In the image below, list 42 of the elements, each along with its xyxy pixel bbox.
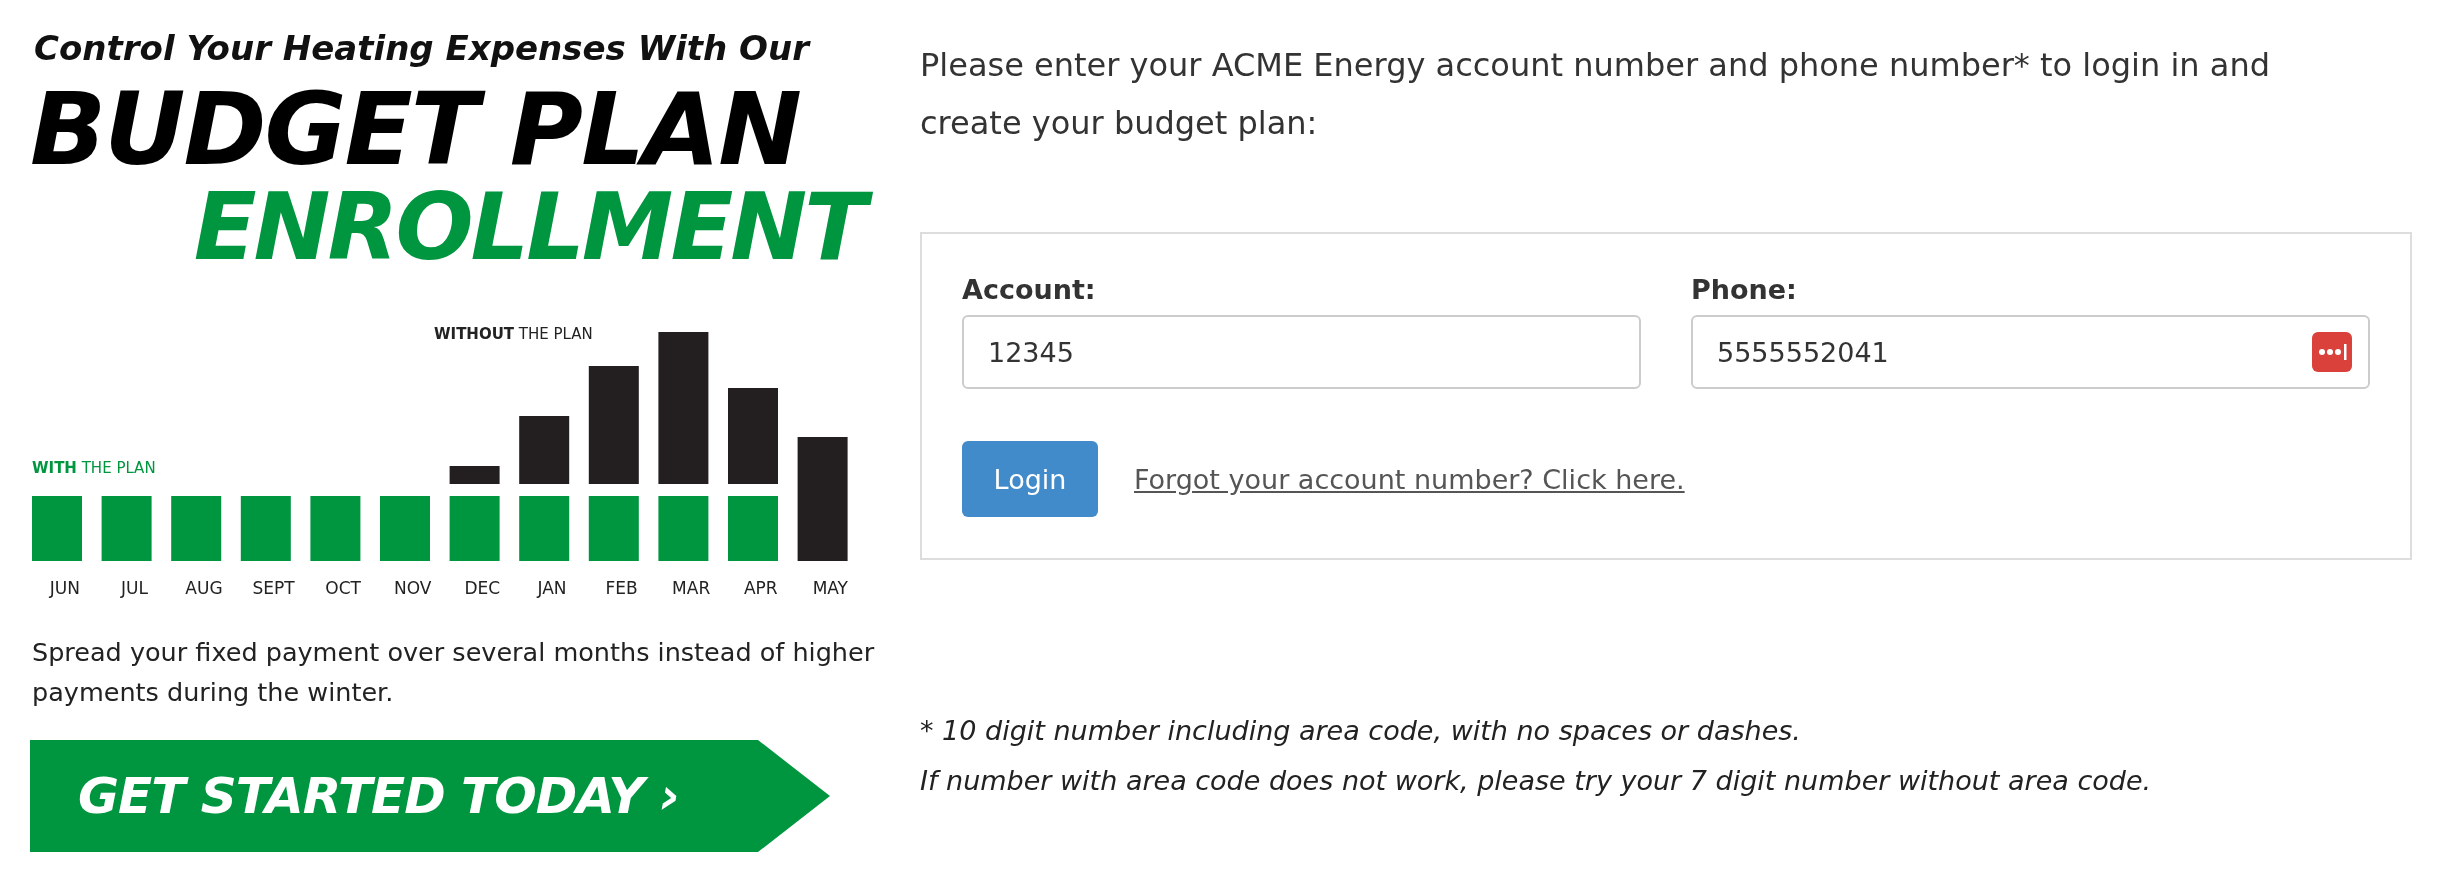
chart-bar	[519, 496, 570, 561]
description: Spread your fixed payment over several months instead of higher payments during the winter.	[32, 636, 876, 709]
chart-bar	[101, 496, 152, 561]
banner-subtitle: ENROLLMENT	[30, 180, 872, 276]
chart-bar	[449, 466, 500, 484]
chart-bar	[240, 496, 291, 561]
chart-legend: WITHOUT THE PLAN	[434, 325, 593, 343]
field-label: Phone:	[1691, 274, 1797, 305]
footnote: If number with area code does not work, please try your 7 digit number without area code.	[920, 764, 2153, 798]
month-label: MAY	[811, 578, 849, 598]
chart-bar	[658, 496, 709, 561]
footnote: * 10 digit number including area code, with no spaces or dashes.	[920, 714, 1802, 748]
month-label: DEC	[463, 578, 502, 598]
month-label: FEB	[604, 578, 639, 598]
tagline: Control Your Heating Expenses With Our	[34, 28, 812, 68]
month-label: OCT	[324, 578, 362, 598]
chart-bar	[171, 496, 222, 561]
get-started-button[interactable]: GET STARTED TODAY ›	[30, 740, 830, 852]
instructions: Please enter your ACME Energy account number and phone number* to login in and create your budget plan:	[920, 45, 2271, 144]
chart-bar	[32, 496, 82, 561]
dots-icon[interactable]	[2312, 332, 2352, 372]
month-label: JUL	[119, 578, 149, 598]
chart-bar	[310, 496, 361, 561]
month-label: JAN	[535, 578, 568, 598]
input-field[interactable]: 5555552041	[1691, 315, 2370, 389]
month-label: SEPT	[251, 578, 296, 598]
login-button[interactable]: Login	[962, 441, 1098, 517]
month-label: AUG	[184, 578, 224, 598]
month-label: NOV	[393, 578, 433, 598]
chart-bar	[728, 496, 778, 561]
forgot-account-link[interactable]: Forgot your account number? Click here.	[1134, 463, 1685, 495]
month-label: JUN	[48, 578, 81, 598]
banner-title: BUDGET PLAN	[30, 80, 801, 180]
input-field[interactable]: 12345	[962, 315, 1641, 389]
chart-bar	[449, 496, 500, 561]
month-label: APR	[742, 578, 779, 598]
chart-legend: WITH THE PLAN	[32, 459, 156, 477]
month-label: MAR	[671, 578, 712, 598]
chart-bar	[519, 416, 570, 484]
chart-bar	[588, 496, 639, 561]
chart-bar	[380, 496, 430, 561]
field-label: Account:	[962, 274, 1096, 305]
